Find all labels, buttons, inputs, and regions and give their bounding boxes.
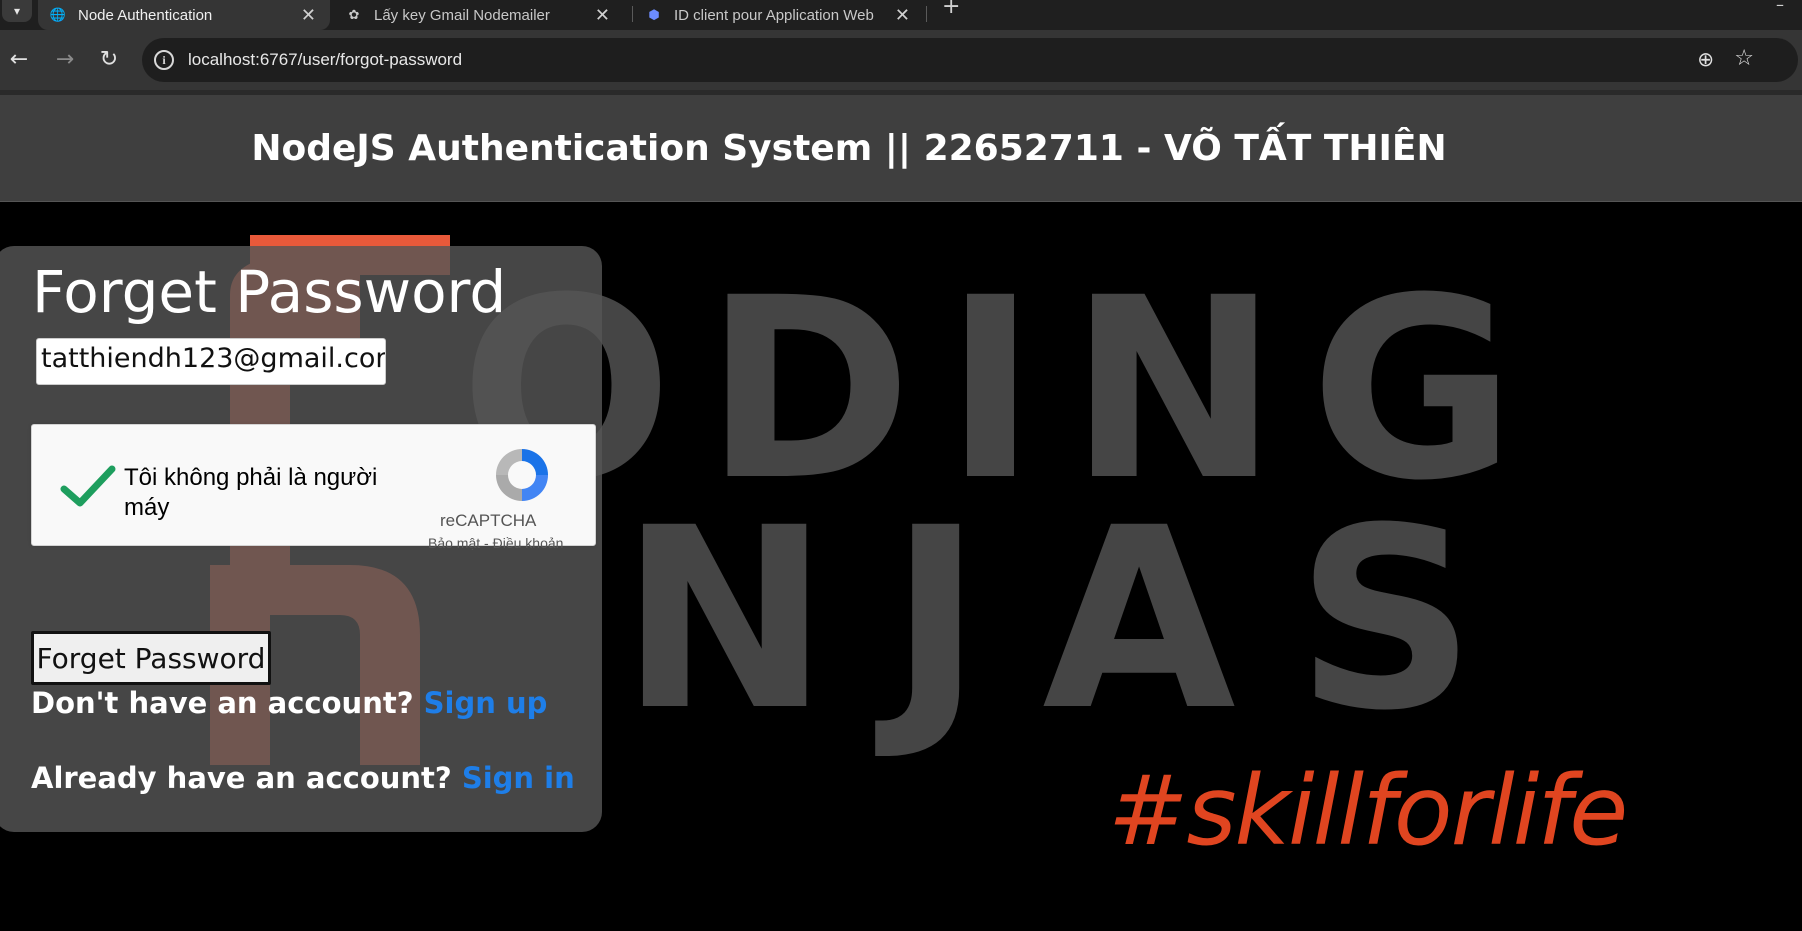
recaptcha-terms-link[interactable]: Điều khoản (493, 535, 564, 551)
chevron-down-icon: ▾ (13, 4, 21, 18)
bookmark-star-icon[interactable]: ☆ (1734, 46, 1754, 71)
recaptcha-label: Tôi không phải là người máy (124, 464, 378, 521)
recaptcha-logo-icon (496, 449, 548, 501)
arrow-right-icon: → (55, 46, 75, 72)
signup-line: Don't have an account? Sign up (31, 686, 547, 720)
zoom-icon[interactable]: ⊕ (1697, 47, 1714, 71)
tab-gmail-nodemailer[interactable]: ✿ Lấy key Gmail Nodemailer ✕ (334, 0, 624, 30)
new-tab-button[interactable]: + (942, 0, 960, 18)
email-field[interactable]: tatthiendh123@gmail.com (36, 338, 386, 385)
forgot-password-card: Forget Password tatthiendh123@gmail.com … (0, 246, 602, 832)
wordmark-row-2: NJAS (620, 474, 1536, 765)
form-title: Forget Password (32, 258, 507, 326)
site-info-icon[interactable]: i (154, 50, 174, 70)
signup-prompt: Don't have an account? (31, 686, 414, 720)
signin-line: Already have an account? Sign in (31, 761, 575, 795)
tab-separator (926, 6, 927, 22)
page-viewport: NodeJS Authentication System || 22652711… (0, 95, 1802, 931)
site-title: NodeJS Authentication System || 22652711… (251, 127, 1447, 169)
url-text[interactable]: localhost:6767/user/forgot-password (188, 50, 462, 70)
tab-id-client[interactable]: ⬢ ID client pour Application Web ✕ (634, 0, 924, 30)
back-button[interactable]: ← (4, 44, 34, 74)
tab-search-button[interactable]: ▾ (2, 0, 32, 22)
recaptcha-widget: Tôi không phải là người máy reCAPTCHA Bả… (31, 424, 596, 551)
browser-tab-bar: ▾ 🌐 Node Authentication ✕ ✿ Lấy key Gmai… (0, 0, 1802, 30)
address-bar[interactable]: i localhost:6767/user/forgot-password ⊕ … (142, 38, 1798, 82)
plus-icon: + (942, 0, 961, 19)
signin-prompt: Already have an account? (31, 761, 452, 795)
site-header: NodeJS Authentication System || 22652711… (0, 95, 1802, 202)
checkmark-icon[interactable] (60, 465, 116, 509)
tab-separator (632, 6, 633, 22)
close-icon[interactable]: ✕ (595, 5, 610, 26)
forward-button[interactable]: → (50, 44, 80, 74)
recaptcha-links-separator: - (484, 535, 489, 551)
window-minimize-button[interactable]: – (1776, 0, 1784, 13)
signin-link[interactable]: Sign in (462, 761, 575, 795)
tagline: #skillforlife (1108, 755, 1628, 867)
browser-toolbar: ← → ↻ i localhost:6767/user/forgot-passw… (0, 30, 1802, 90)
globe-icon: 🌐 (49, 7, 67, 22)
chatgpt-icon: ✿ (348, 7, 360, 22)
reload-icon: ↻ (99, 46, 119, 72)
recaptcha-privacy-link[interactable]: Bảo mật (428, 535, 480, 551)
shield-icon: ⬢ (648, 7, 660, 22)
signup-link[interactable]: Sign up (424, 686, 548, 720)
arrow-left-icon: ← (9, 46, 29, 72)
minimize-icon: – (1776, 0, 1784, 14)
reload-button[interactable]: ↻ (94, 44, 124, 74)
close-icon[interactable]: ✕ (895, 5, 910, 26)
tab-node-authentication[interactable]: 🌐 Node Authentication ✕ (38, 0, 330, 30)
recaptcha-brand: reCAPTCHA (440, 511, 537, 530)
recaptcha-links: Bảo mật - Điều khoản (428, 535, 563, 551)
close-icon[interactable]: ✕ (301, 5, 316, 26)
forget-password-button[interactable]: Forget Password (31, 631, 271, 685)
